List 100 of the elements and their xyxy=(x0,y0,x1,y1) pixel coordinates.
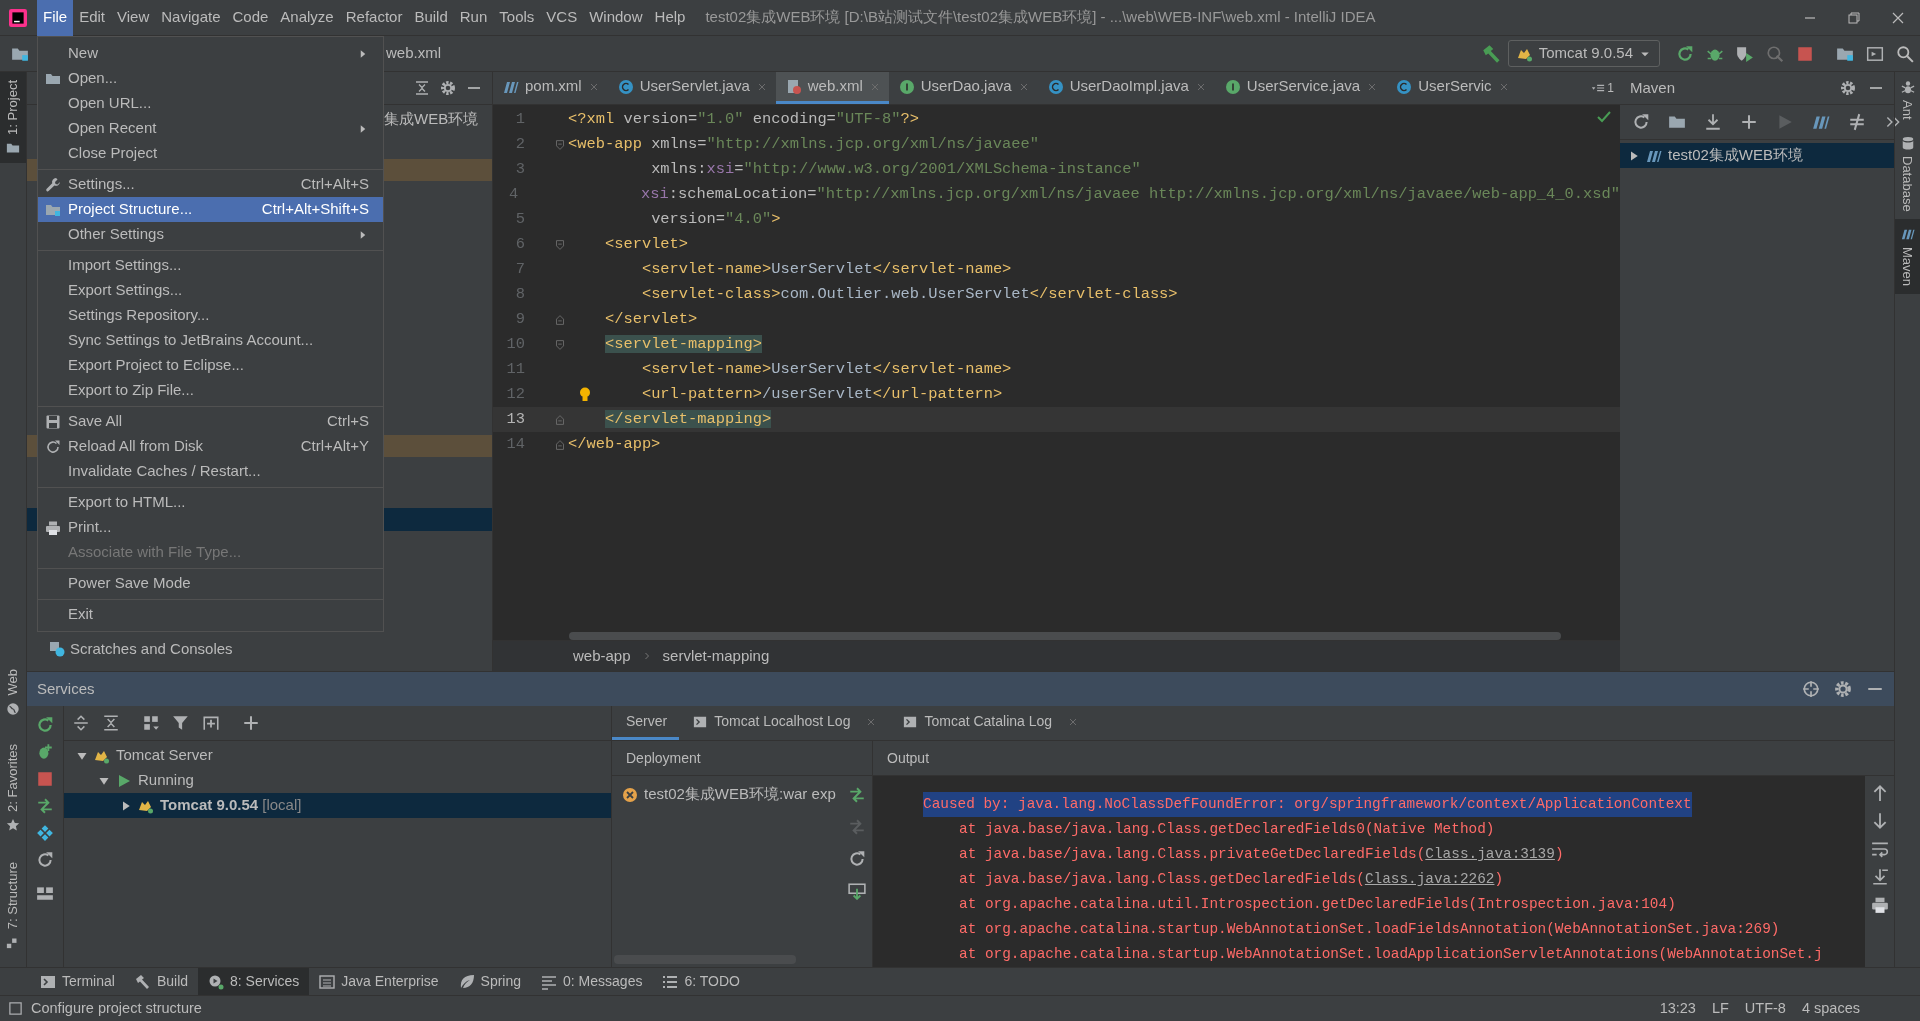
tree-item[interactable]: 集成WEB环境 xyxy=(384,107,479,131)
tool-window-tab[interactable]: Database xyxy=(1895,127,1920,220)
soft-wrap-icon[interactable] xyxy=(1870,840,1889,858)
menu-item[interactable]: New xyxy=(38,41,383,66)
menu-item[interactable]: File xyxy=(37,0,74,36)
menu-item[interactable]: Analyze xyxy=(274,0,340,36)
deploy-all-icon[interactable] xyxy=(848,882,866,900)
collapse-all-icon[interactable] xyxy=(102,714,120,732)
tool-window-tab[interactable]: Terminal xyxy=(30,968,125,995)
editor-tab[interactable]: web.xml xyxy=(775,72,889,104)
menu-item[interactable]: VCS xyxy=(540,0,584,36)
deploy-icon[interactable] xyxy=(36,797,54,815)
download-icon[interactable] xyxy=(1704,113,1722,131)
menu-item[interactable]: Sync Settings to JetBrains Account... xyxy=(38,328,383,353)
tool-window-tab[interactable]: 1: Project xyxy=(0,72,26,163)
menu-item[interactable]: Settings Repository... xyxy=(38,303,383,328)
tool-window-tab[interactable]: Java Enterprise xyxy=(309,968,449,995)
tab[interactable]: Tomcat Localhost Log xyxy=(679,706,890,740)
search-icon[interactable] xyxy=(1896,44,1914,63)
editor-tab[interactable]: UserDaoImpl.java xyxy=(1037,72,1215,104)
restore-icon[interactable] xyxy=(1846,9,1862,26)
target-icon[interactable] xyxy=(1802,680,1820,698)
menu-item[interactable]: View xyxy=(111,0,156,36)
status-item[interactable]: UTF-8 xyxy=(1744,997,1786,1020)
refresh-icon[interactable] xyxy=(36,851,54,869)
shield-run-icon[interactable] xyxy=(1736,44,1754,63)
editor-tab[interactable]: UserServic xyxy=(1386,72,1518,104)
tool-window-tab[interactable]: 8: Services xyxy=(198,968,310,995)
tool-window-tab[interactable]: Build xyxy=(124,968,199,995)
expand-arrow-icon[interactable] xyxy=(120,799,132,812)
expand-all-icon[interactable] xyxy=(72,714,90,732)
scrollbar-thumb[interactable] xyxy=(569,632,1561,640)
menu-item[interactable]: Run xyxy=(453,0,494,36)
status-item[interactable]: 4 spaces xyxy=(1801,997,1860,1020)
source-link[interactable]: Class.java:2262 xyxy=(1364,871,1495,887)
gear-icon[interactable] xyxy=(1840,80,1856,96)
debug-icon[interactable] xyxy=(36,743,54,761)
menu-item[interactable]: Edit xyxy=(73,0,112,36)
menu-item[interactable]: Code xyxy=(226,0,275,36)
scroll-to-end-icon[interactable] xyxy=(1870,868,1889,886)
breadcrumb-item[interactable]: web.xml xyxy=(386,42,441,65)
toggle-icon[interactable] xyxy=(1848,113,1866,131)
layout-icon[interactable] xyxy=(36,884,54,902)
deployment-item[interactable]: test02集成WEB环境:war exp xyxy=(644,783,836,806)
print-icon[interactable] xyxy=(1870,896,1889,914)
expand-arrow-icon[interactable] xyxy=(1628,149,1640,162)
presentation-icon[interactable] xyxy=(1866,44,1884,63)
layout-toggle-icon[interactable] xyxy=(8,1001,23,1016)
breadcrumb-item[interactable]: web-app xyxy=(573,644,631,668)
menu-item[interactable]: Settings... Ctrl+Alt+S xyxy=(38,172,383,197)
menu-item[interactable]: Export to Zip File... xyxy=(38,378,383,403)
menu-item[interactable]: Reload All from Disk Ctrl+Alt+Y xyxy=(38,434,383,459)
slanted-bars-icon[interactable] xyxy=(1812,113,1830,131)
menu-item[interactable]: Build xyxy=(408,0,454,36)
menu-item[interactable]: Print... xyxy=(38,515,383,540)
breadcrumb-item[interactable]: servlet-mapping xyxy=(662,644,770,668)
menu-item[interactable]: Project Structure... Ctrl+Alt+Shift+S xyxy=(38,197,383,222)
menu-item[interactable]: Open... xyxy=(38,66,383,91)
plus-icon[interactable] xyxy=(242,714,260,732)
menu-item[interactable]: Export Project to Eclipse... xyxy=(38,353,383,378)
menu-item[interactable]: Other Settings xyxy=(38,222,383,247)
menu-item[interactable]: Window xyxy=(583,0,649,36)
menu-item[interactable]: Help xyxy=(648,0,692,36)
tool-window-tab[interactable]: Ant xyxy=(1895,72,1920,128)
stop-icon[interactable] xyxy=(1796,44,1814,63)
tool-window-tab[interactable]: Web xyxy=(0,661,26,724)
menu-item[interactable]: Close Project xyxy=(38,141,383,166)
menu-item[interactable]: Export to HTML... xyxy=(38,490,383,515)
status-item[interactable]: LF xyxy=(1711,997,1729,1020)
status-item[interactable]: 13:23 xyxy=(1659,997,1696,1020)
gear-icon[interactable] xyxy=(440,80,456,96)
tool-window-tab[interactable]: Maven xyxy=(1895,219,1920,295)
editor-tab[interactable]: UserDao.java xyxy=(888,72,1038,104)
menu-item[interactable]: Import Settings... xyxy=(38,253,383,278)
tool-window-tab[interactable]: Spring xyxy=(448,968,532,995)
group-icon[interactable] xyxy=(142,714,160,732)
menu-item[interactable]: Invalidate Caches / Restart... xyxy=(38,459,383,484)
rerun-icon[interactable] xyxy=(1676,44,1694,63)
tree-row[interactable]: test02集成WEB环境 xyxy=(1620,143,1894,168)
reload-icon[interactable] xyxy=(1632,113,1650,131)
collapse-all-icon[interactable] xyxy=(414,80,430,96)
refresh-icon[interactable] xyxy=(848,850,866,868)
tree-row[interactable]: Tomcat 9.0.54 [local] xyxy=(64,793,611,818)
run-configuration-dropdown[interactable]: Tomcat 9.0.54 xyxy=(1507,40,1660,67)
new-service-icon[interactable] xyxy=(202,714,220,732)
tree-row[interactable]: Running xyxy=(64,768,611,793)
tab[interactable]: Server xyxy=(612,706,680,740)
menu-item[interactable]: Navigate xyxy=(155,0,227,36)
deploy-icon[interactable] xyxy=(848,786,866,804)
diamond-icon[interactable] xyxy=(36,824,54,842)
gear-icon[interactable] xyxy=(1834,680,1852,698)
tool-window-tab[interactable]: 2: Favorites xyxy=(0,735,26,840)
hammer-icon[interactable] xyxy=(1481,43,1502,64)
tab[interactable]: Tomcat Catalina Log xyxy=(889,706,1092,740)
menu-item[interactable]: Export Settings... xyxy=(38,278,383,303)
tool-window-tab[interactable]: 0: Messages xyxy=(531,968,653,995)
tool-window-tab[interactable]: 6: TODO xyxy=(652,968,750,995)
editor-tab[interactable]: pom.xml xyxy=(493,72,608,104)
tree-item[interactable]: Scratches and Consoles xyxy=(70,637,233,661)
plus-icon[interactable] xyxy=(1740,113,1758,131)
